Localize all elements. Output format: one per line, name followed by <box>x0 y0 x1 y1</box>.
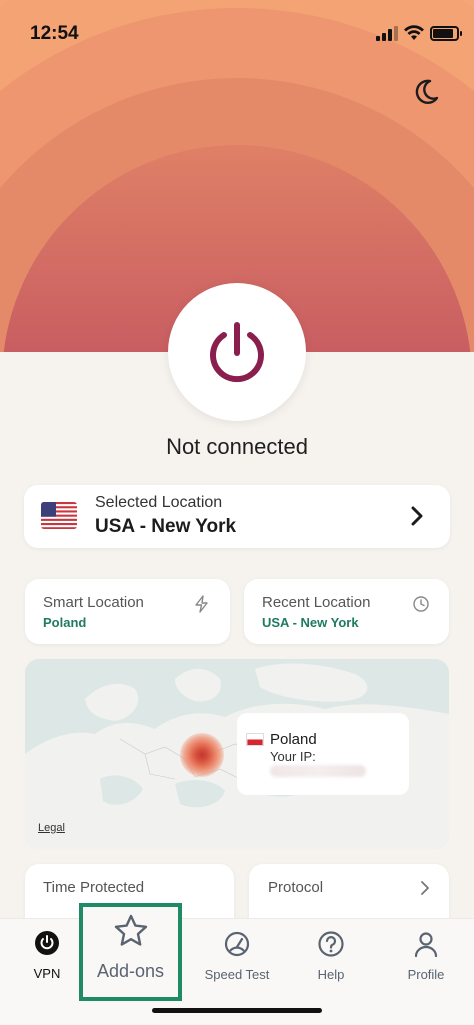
selected-location-label: Selected Location <box>95 494 223 511</box>
speedometer-icon <box>224 931 250 957</box>
recent-location-label: Recent Location <box>262 594 371 611</box>
tab-vpn-label: VPN <box>33 966 61 981</box>
selected-location-card[interactable] <box>24 485 450 548</box>
map-country-name: Poland <box>270 731 317 748</box>
question-icon <box>318 931 344 957</box>
signal-icon <box>376 26 398 41</box>
tab-speed-test[interactable]: Speed Test <box>196 930 278 982</box>
dark-mode-moon-icon[interactable] <box>410 76 442 108</box>
clock-icon <box>413 596 429 612</box>
home-indicator <box>152 1008 322 1013</box>
tab-speed-test-label: Speed Test <box>204 967 270 982</box>
tab-add-ons[interactable]: Add-ons <box>83 913 178 982</box>
lightning-icon <box>195 595 208 613</box>
status-time: 12:54 <box>30 23 79 44</box>
battery-icon <box>430 26 462 41</box>
map-legal-link[interactable]: Legal <box>38 822 65 834</box>
poland-flag-icon <box>246 733 264 746</box>
protocol-label: Protocol <box>268 879 324 896</box>
star-icon <box>114 914 147 946</box>
protocol-chevron-icon <box>421 881 429 895</box>
tab-profile-label: Profile <box>407 967 445 982</box>
map-location-popup <box>237 713 409 795</box>
wifi-icon <box>404 25 424 40</box>
map-ip-label: Your IP: <box>270 749 316 764</box>
status-bar: 12:54 <box>0 0 474 70</box>
tab-help-label: Help <box>317 967 345 982</box>
recent-location-value: USA - New York <box>262 615 359 630</box>
tab-add-ons-label: Add-ons <box>96 961 165 981</box>
ip-address-redacted <box>270 765 366 777</box>
person-icon <box>414 932 438 958</box>
tab-vpn[interactable]: VPN <box>22 930 72 981</box>
smart-location-label: Smart Location <box>43 594 144 611</box>
connection-status: Not connected <box>166 434 308 459</box>
usa-flag-icon <box>41 502 77 529</box>
location-pin-marker <box>180 733 224 777</box>
smart-location-value: Poland <box>43 615 87 630</box>
chevron-right-icon <box>411 506 423 526</box>
tab-help[interactable]: Help <box>306 930 356 982</box>
power-icon <box>35 931 59 955</box>
tab-profile[interactable]: Profile <box>399 930 453 982</box>
power-icon <box>210 322 264 383</box>
connect-power-button[interactable] <box>168 283 306 421</box>
time-protected-label: Time Protected <box>43 879 145 896</box>
selected-location-value: USA - New York <box>95 516 237 537</box>
